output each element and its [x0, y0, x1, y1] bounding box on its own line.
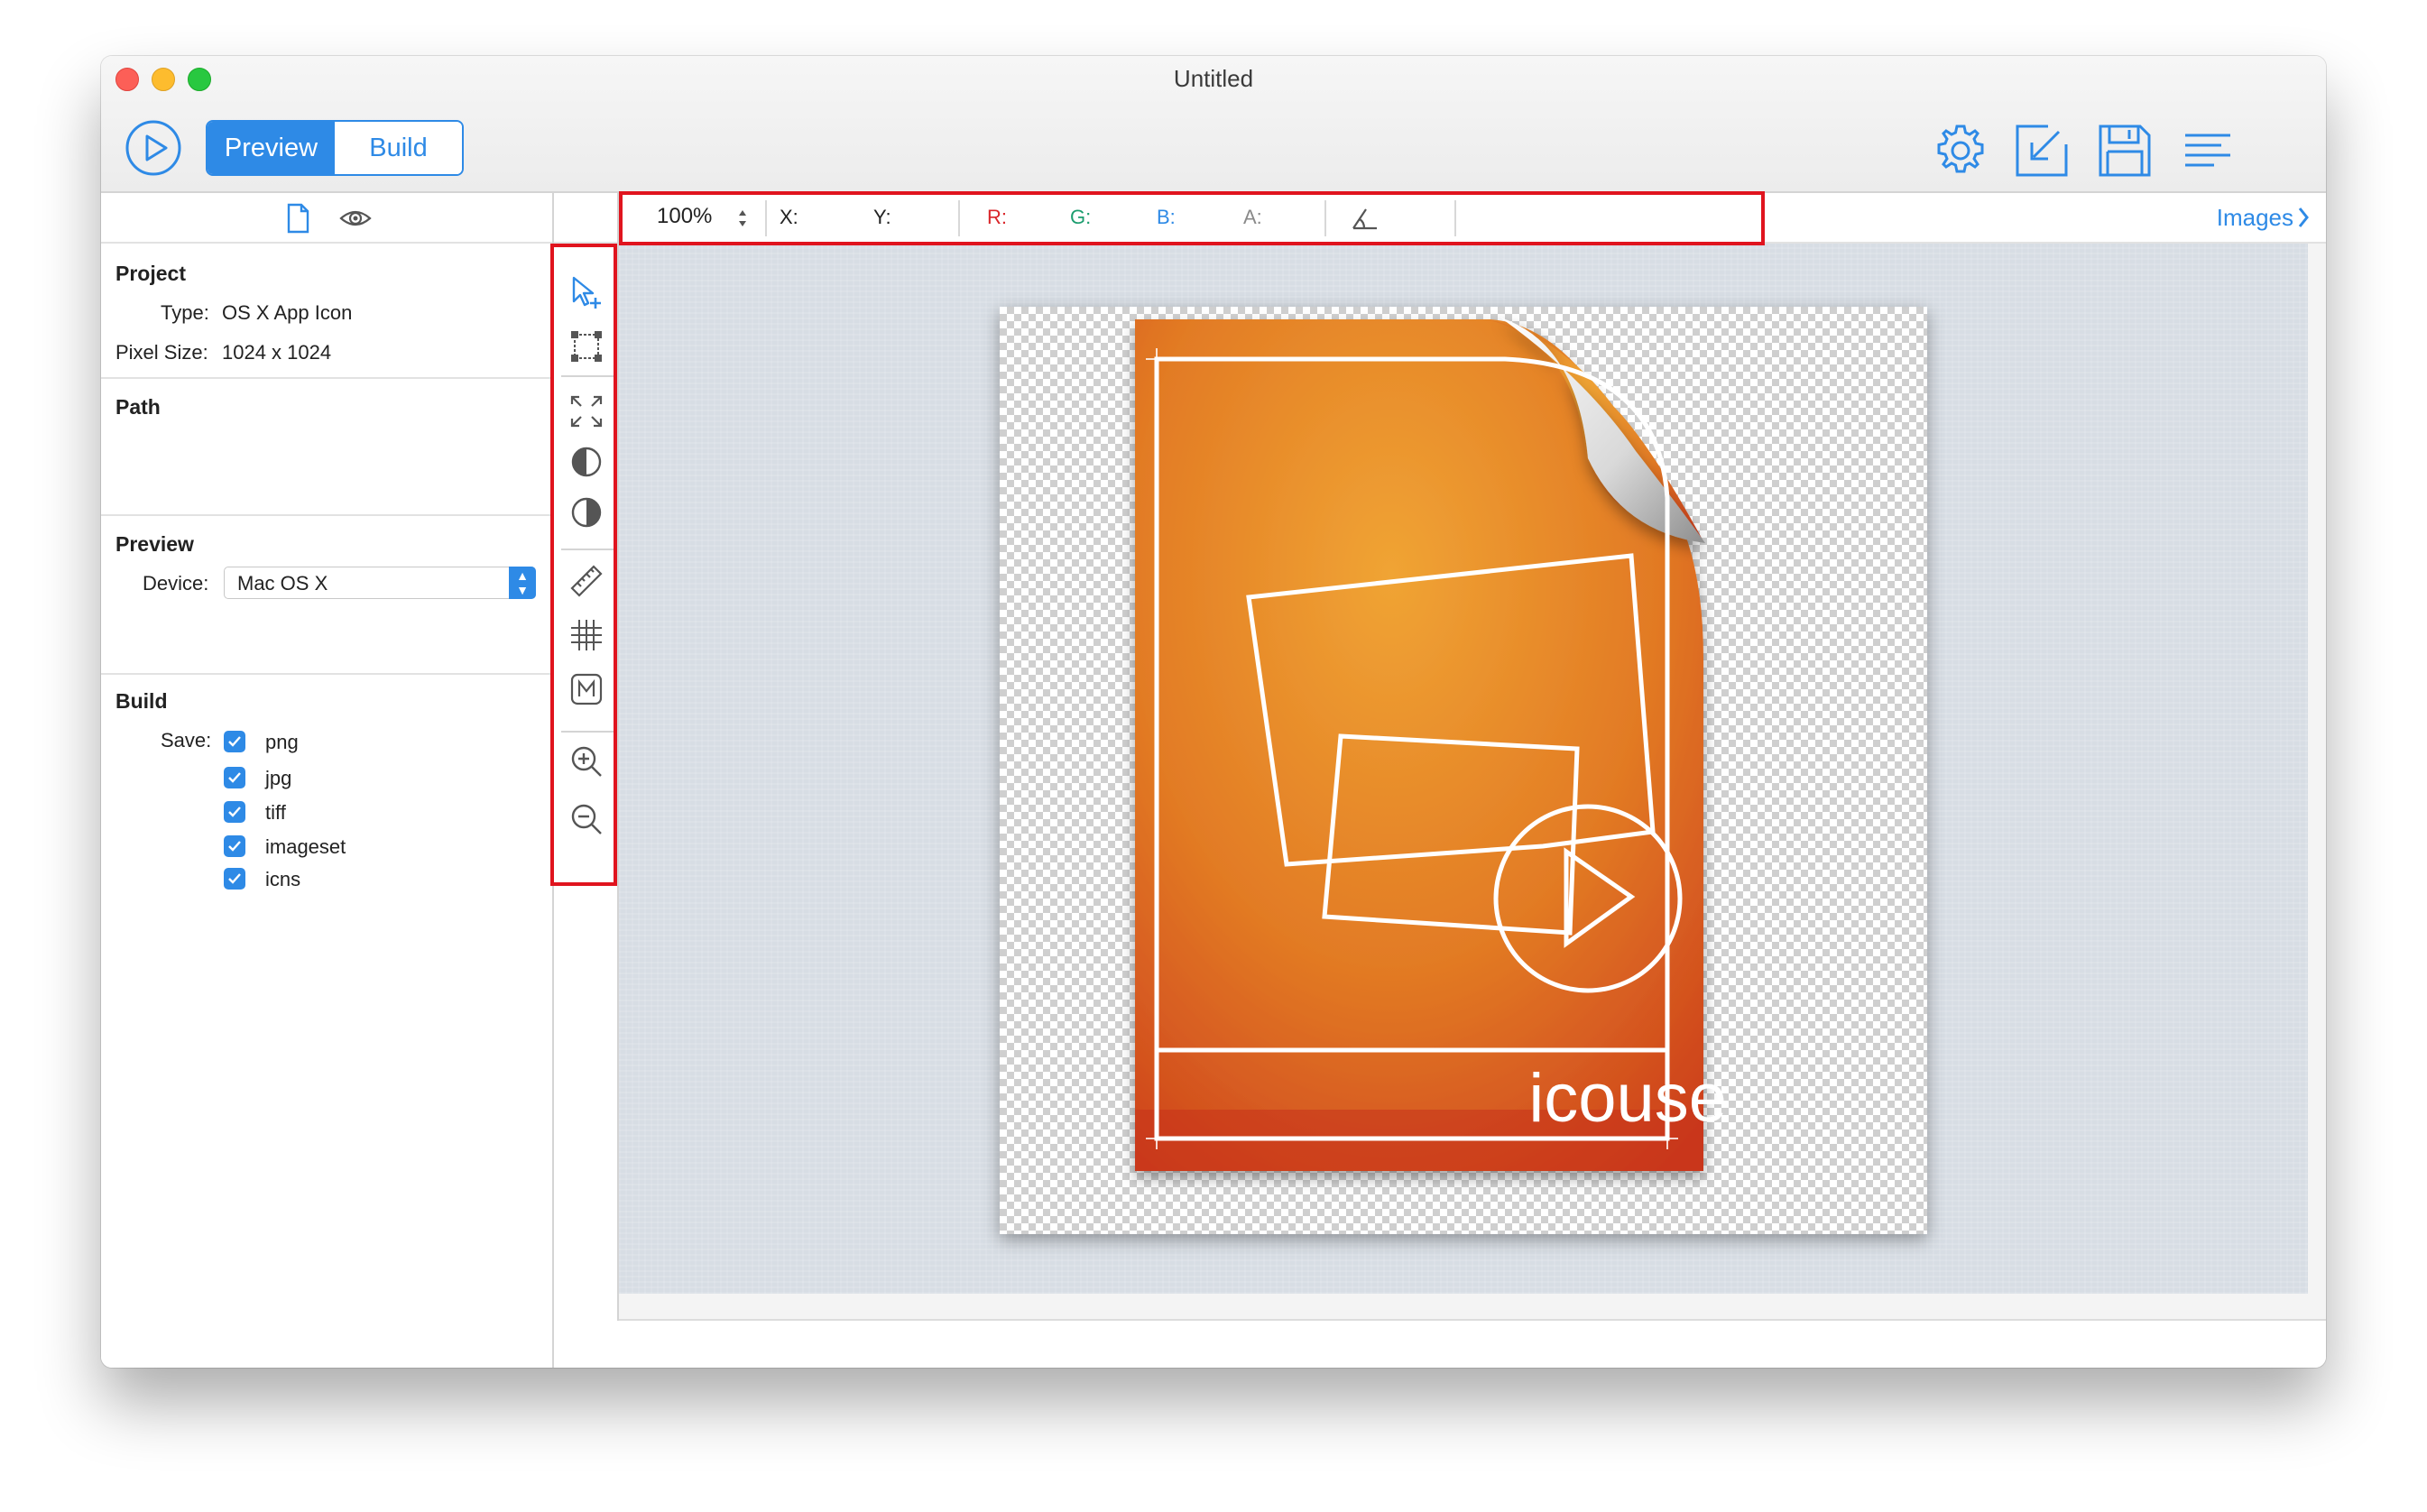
inspector-sidebar: Project Type: OS X App Icon Pixel Size: …	[101, 193, 554, 1368]
horizontal-scrollbar[interactable]	[619, 1294, 2326, 1321]
checkmark-icon	[228, 736, 241, 747]
png-checkbox[interactable]	[224, 731, 245, 752]
png-label: png	[265, 731, 299, 753]
preview-section: Preview Device: Mac OS X ▲ ▼	[101, 516, 552, 675]
icon-label-text: icouse	[1528, 1060, 1727, 1137]
play-circle-icon[interactable]	[125, 119, 182, 177]
window-title: Untitled	[1173, 65, 1254, 92]
app-window: Untitled Preview Build Project Type: OS …	[101, 56, 2326, 1368]
document-icon[interactable]	[281, 202, 314, 235]
save-label: Save:	[161, 729, 212, 751]
tools-highlight	[550, 244, 617, 886]
device-select-value: Mac OS X	[237, 572, 328, 595]
icns-checkbox[interactable]	[224, 868, 245, 890]
status-bar	[554, 1321, 2326, 1368]
preview-heading: Preview	[115, 532, 194, 556]
checkmark-icon	[228, 772, 241, 783]
tiff-label: tiff	[265, 801, 286, 824]
imageset-checkbox[interactable]	[224, 835, 245, 857]
icns-label: icns	[265, 868, 301, 890]
tiff-checkbox[interactable]	[224, 801, 245, 823]
icon-preview: icouse	[1000, 307, 1927, 1234]
build-section: Build Save: png jpg tiff imageset icns	[101, 675, 552, 945]
imageset-label: imageset	[265, 835, 346, 858]
jpg-label: jpg	[265, 767, 292, 789]
device-select[interactable]: Mac OS X ▲ ▼	[224, 567, 536, 599]
jpg-checkbox[interactable]	[224, 767, 245, 788]
eye-icon[interactable]	[339, 202, 372, 235]
type-label: Type:	[161, 301, 209, 324]
checkmark-icon	[228, 841, 241, 852]
path-section: Path	[101, 379, 552, 516]
pixel-size-value: 1024 x 1024	[222, 341, 332, 364]
save-icon[interactable]	[2095, 121, 2155, 180]
device-label: Device:	[143, 572, 209, 595]
checkmark-icon	[228, 807, 241, 817]
tab-build[interactable]: Build	[335, 122, 462, 174]
path-heading: Path	[115, 395, 161, 419]
tab-preview[interactable]: Preview	[208, 122, 335, 174]
title-bar: Untitled Preview Build	[101, 56, 2326, 193]
project-heading: Project	[115, 262, 186, 285]
info-bar-highlight	[619, 191, 1765, 245]
gear-icon[interactable]	[1931, 121, 1990, 180]
pixel-size-label: Pixel Size:	[115, 341, 208, 364]
build-heading: Build	[115, 689, 168, 713]
mode-segmented-control: Preview Build	[206, 120, 464, 176]
sidebar-tabs	[101, 193, 552, 244]
file-icon-artwork: icouse	[1135, 318, 1727, 1171]
vertical-scrollbar[interactable]	[2308, 244, 2326, 1294]
export-icon[interactable]	[2012, 121, 2072, 180]
checkmark-icon	[228, 873, 241, 884]
images-link[interactable]: Images	[2217, 204, 2293, 232]
chevron-right-icon[interactable]	[2297, 206, 2310, 229]
project-section: Project Type: OS X App Icon Pixel Size: …	[101, 244, 552, 379]
menu-lines-icon[interactable]	[2178, 121, 2238, 180]
updown-chevron-icon: ▲ ▼	[509, 567, 536, 599]
type-value: OS X App Icon	[222, 301, 353, 324]
